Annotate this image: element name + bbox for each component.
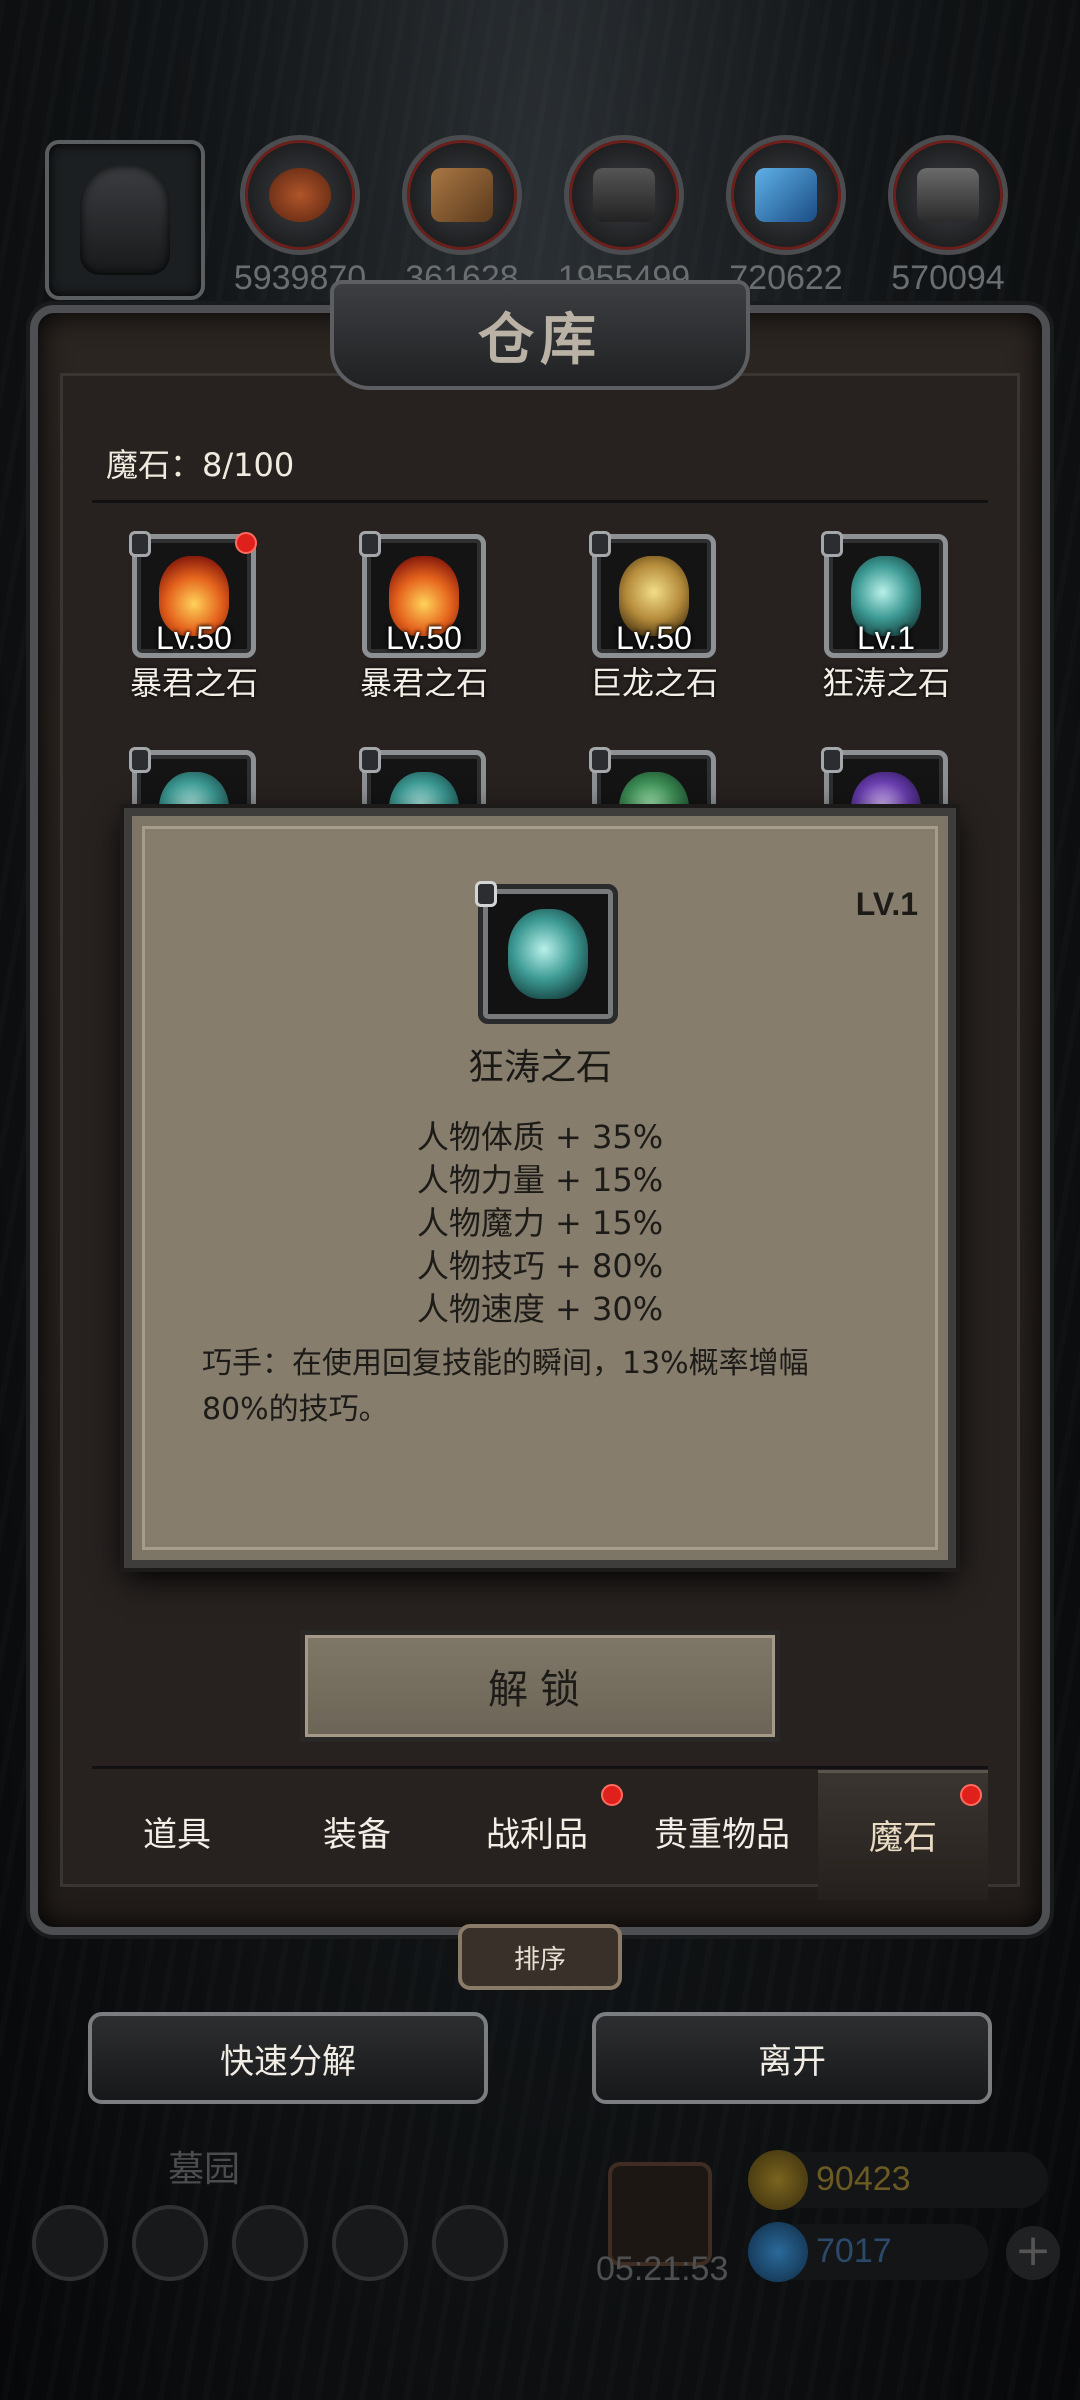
sort-button[interactable]: 排序: [458, 1924, 622, 1990]
popup-level: LV.1: [855, 886, 918, 922]
lock-icon: [129, 531, 151, 557]
category-tabs: 道具 装备 战利品 贵重物品 魔石: [92, 1770, 988, 1900]
gem-value: 7017: [816, 2232, 892, 2270]
unlock-button[interactable]: 解锁: [300, 1630, 780, 1742]
stone-level: Lv.50: [386, 620, 462, 656]
location-label: 墓园: [168, 2149, 241, 2190]
popup-stats: 人物体质 + 35% 人物力量 + 15% 人物魔力 + 15% 人物技巧 + …: [132, 1116, 948, 1331]
resource-crystal: 720622: [716, 135, 856, 298]
notification-dot: [960, 1784, 982, 1806]
tab-loot[interactable]: 战利品: [452, 1770, 622, 1900]
lock-icon: [821, 747, 843, 773]
quick-decompose-button[interactable]: 快速分解: [88, 2012, 488, 2104]
stat-line: 人物力量 + 15%: [416, 1161, 664, 1199]
stone-name: 暴君之石: [129, 664, 258, 702]
leave-button[interactable]: 离开: [592, 2012, 992, 2104]
add-currency-button[interactable]: +: [1006, 2226, 1060, 2280]
meat-icon: [269, 168, 331, 222]
lock-icon: [821, 531, 843, 557]
mail-icon[interactable]: [332, 2205, 408, 2281]
wood-icon: [431, 168, 493, 222]
stone-name: 暴君之石: [359, 664, 488, 702]
scroll-icon[interactable]: [432, 2205, 508, 2281]
lock-icon: [475, 881, 497, 907]
skill-line: 巧手：在使用回复技能的瞬间，13%概率增幅: [202, 1346, 809, 1381]
tab-valuables[interactable]: 贵重物品: [632, 1770, 812, 1900]
gold-coin-icon: [748, 2150, 808, 2210]
notification-dot: [601, 1784, 623, 1806]
stat-line: 人物技巧 + 80%: [416, 1247, 664, 1285]
hero-avatar[interactable]: [45, 140, 205, 300]
lock-icon: [129, 747, 151, 773]
lock-icon: [359, 531, 381, 557]
popup-stone-name: 狂涛之石: [467, 1047, 612, 1088]
gem-counter: 7017: [748, 2222, 988, 2282]
resource-iron: 1955499: [554, 135, 694, 298]
new-item-dot: [235, 532, 257, 554]
window-title: 仓库: [330, 280, 750, 390]
gold-counter: 90423: [748, 2150, 1048, 2210]
helmet-icon: [80, 165, 170, 275]
divider: [92, 1766, 988, 1769]
tab-equipment[interactable]: 装备: [272, 1770, 442, 1900]
steel-icon: [917, 168, 979, 222]
tab-items[interactable]: 道具: [92, 1770, 262, 1900]
resource-steel: 570094: [878, 135, 1018, 298]
resource-value: 570094: [891, 259, 1005, 297]
gold-value: 90423: [816, 2160, 911, 2198]
stone-detail-popup: LV.1 狂涛之石 人物体质 + 35% 人物力量 + 15% 人物魔力 + 1…: [124, 808, 956, 1568]
resource-wood: 361628: [392, 135, 532, 298]
lock-icon: [589, 747, 611, 773]
lock-icon: [359, 747, 381, 773]
popup-stone-frame: [475, 881, 618, 1024]
stone-name: 狂涛之石: [821, 664, 950, 702]
stone-count: 魔石：8/100: [106, 446, 295, 484]
skill-line: 80%的技巧。: [202, 1392, 389, 1427]
stone-level: Lv.50: [616, 620, 692, 656]
stone-slot[interactable]: Lv.1 狂涛之石: [796, 531, 976, 704]
gem-icon: [748, 2222, 808, 2282]
popup-skill-text: 巧手：在使用回复技能的瞬间，13%概率增幅 80%的技巧。: [202, 1341, 868, 1433]
stone-level: Lv.50: [156, 620, 232, 656]
stone-name: 巨龙之石: [589, 664, 718, 702]
unlock-label: 解锁: [488, 1667, 592, 1713]
crystal-icon: [755, 168, 817, 222]
settings-icon[interactable]: [32, 2205, 108, 2281]
stone-level: Lv.1: [856, 620, 916, 656]
resource-meat: 5939870: [230, 135, 370, 298]
stat-line: 人物速度 + 30%: [416, 1290, 664, 1328]
storm-stone-icon: [508, 909, 588, 999]
stat-line: 人物体质 + 35%: [416, 1118, 664, 1156]
stone-slot[interactable]: Lv.50 巨龙之石: [564, 531, 744, 704]
stone-slot[interactable]: Lv.50 暴君之石: [334, 531, 514, 704]
book-icon[interactable]: [232, 2205, 308, 2281]
lock-icon: [589, 531, 611, 557]
resource-bar: 5939870 361628 1955499 720622 570094: [40, 135, 1040, 300]
iron-icon: [593, 168, 655, 222]
divider: [92, 500, 988, 503]
stone-slot[interactable]: Lv.50 暴君之石: [104, 531, 284, 704]
achievement-icon[interactable]: [132, 2205, 208, 2281]
gift-timer: 05:21:53: [596, 2250, 729, 2288]
stat-line: 人物魔力 + 15%: [416, 1204, 664, 1242]
